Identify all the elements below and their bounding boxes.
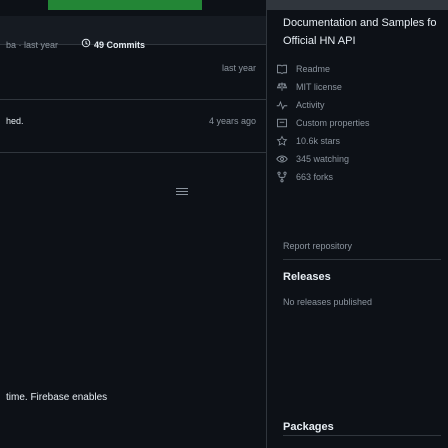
about-item-custom-properties[interactable]: Custom properties [276,114,436,132]
custom-properties-icon [276,117,288,129]
file-row-time: last year [221,63,256,73]
about-title: Documentation and Samples fo [283,17,437,29]
releases-title[interactable]: Releases [283,271,331,283]
report-repository-link[interactable]: Report repository [283,241,352,251]
releases-status: No releases published [283,297,373,307]
book-icon [276,63,288,75]
file-row[interactable]: hed. 4 years ago [0,100,266,153]
star-icon [276,135,288,147]
about-item-label: 345 watching [296,154,350,164]
file-row-time: 4 years ago [208,116,256,126]
about-item-label: 10.6k stars [296,136,341,146]
list-icon[interactable] [176,186,188,198]
file-row-message: hed. [6,116,24,126]
commit-bar[interactable]: ba · last year 49 Commits [0,16,266,50]
eye-icon [276,153,288,165]
pulse-icon [276,99,288,111]
about-item-label: 663 forks [296,172,334,182]
about-item-label: Custom properties [296,118,370,128]
section-divider [283,259,441,260]
about-item-activity[interactable]: Activity [276,96,436,114]
section-divider [283,435,441,436]
about-item-label: Activity [296,100,325,110]
top-scroll-band [267,0,448,10]
fork-icon [276,171,288,183]
about-item-stars[interactable]: 10.6k stars [276,132,436,150]
about-item-label: MIT license [296,82,342,92]
packages-title[interactable]: Packages [283,421,334,433]
file-row[interactable]: last year [0,47,266,100]
about-item-watching[interactable]: 345 watching [276,150,436,168]
about-subtitle: Official HN API [283,35,356,47]
readme-excerpt: time. Firebase enables [6,392,108,403]
about-item-license[interactable]: MIT license [276,78,436,96]
about-item-forks[interactable]: 663 forks [276,168,436,186]
law-icon [276,81,288,93]
top-accent-bar [48,0,202,10]
about-item-label: Readme [296,64,331,74]
about-list: Readme MIT license Activity Custom prope… [276,60,436,186]
left-panel: ba · last year 49 Commits last year hed.… [0,0,266,448]
about-item-readme[interactable]: Readme [276,60,436,78]
